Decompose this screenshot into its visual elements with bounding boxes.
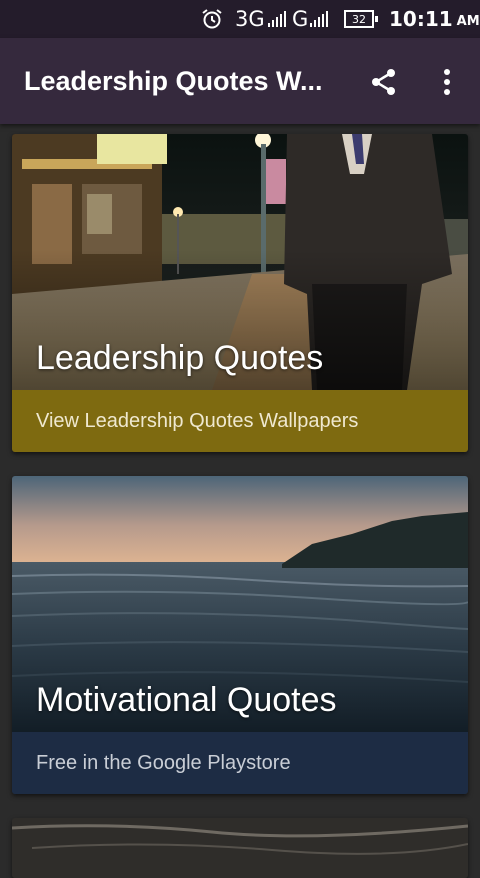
alarm-icon: [201, 0, 223, 38]
app-title: Leadership Quotes W...: [24, 65, 323, 96]
card-title: Leadership Quotes: [36, 339, 324, 377]
share-icon: [372, 69, 395, 95]
app-bar: Leadership Quotes W...: [0, 38, 480, 124]
network-type-3g: 3G: [235, 7, 265, 31]
card-image-motivational: Motivational Quotes: [12, 476, 468, 732]
network-type-g: G: [292, 7, 309, 31]
signal-icon: [268, 0, 286, 38]
card-image-partial: [12, 818, 468, 878]
share-button[interactable]: [364, 62, 404, 102]
card-leadership-quotes[interactable]: Leadership Quotes View Leadership Quotes…: [12, 134, 468, 452]
card-subtitle: Free in the Google Playstore: [12, 732, 468, 794]
clock-ampm: AM: [456, 13, 480, 29]
signal-icon: [310, 0, 328, 38]
battery-icon: 32: [344, 0, 378, 38]
overflow-menu-button[interactable]: [432, 62, 462, 102]
clock-time: 10:11: [389, 7, 453, 31]
status-bar: 3G G 32 10:11 AM: [0, 0, 480, 38]
card-partial[interactable]: [12, 818, 468, 878]
clock: 10:11 AM: [389, 0, 480, 38]
more-vert-icon: [444, 69, 450, 95]
battery-level: 32: [344, 10, 374, 28]
card-image-leadership: Leadership Quotes: [12, 134, 468, 390]
card-motivational-quotes[interactable]: Motivational Quotes Free in the Google P…: [12, 476, 468, 794]
card-title: Motivational Quotes: [36, 681, 337, 719]
card-subtitle: View Leadership Quotes Wallpapers: [12, 390, 468, 452]
